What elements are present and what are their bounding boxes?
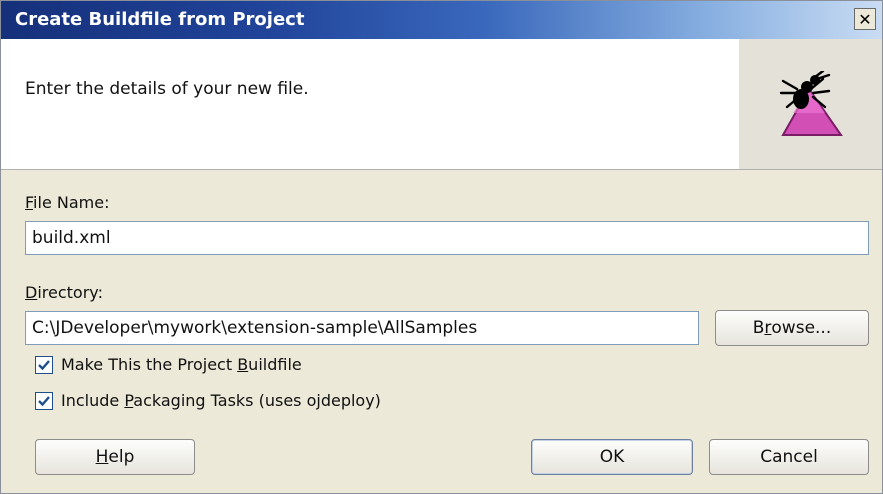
- header-panel: Enter the details of your new file.: [1, 39, 882, 170]
- header-description: Enter the details of your new file.: [25, 79, 309, 99]
- close-button[interactable]: ✕: [854, 8, 876, 30]
- cancel-button[interactable]: Cancel: [709, 439, 869, 475]
- file-name-input[interactable]: build.xml: [25, 221, 869, 255]
- ant-icon: [779, 71, 843, 136]
- directory-label: Directory:: [25, 283, 103, 302]
- include-packaging-option[interactable]: Include Packaging Tasks (uses ojdeploy): [35, 391, 381, 410]
- make-buildfile-label: Make This the Project Buildfile: [61, 355, 302, 374]
- ok-button[interactable]: OK: [531, 439, 693, 475]
- include-packaging-label: Include Packaging Tasks (uses ojdeploy): [61, 391, 381, 410]
- close-icon: ✕: [858, 9, 872, 29]
- make-buildfile-option[interactable]: Make This the Project Buildfile: [35, 355, 302, 374]
- browse-button[interactable]: Br owse...: [715, 310, 869, 346]
- create-buildfile-dialog: Create Buildfile from Project ✕ Enter th…: [0, 0, 883, 494]
- make-buildfile-checkbox[interactable]: [35, 355, 53, 374]
- file-name-label: File Name:: [25, 193, 110, 212]
- include-packaging-checkbox[interactable]: [35, 391, 53, 410]
- ant-icon-panel: [739, 39, 882, 169]
- title-bar[interactable]: Create Buildfile from Project ✕: [1, 1, 882, 39]
- directory-input[interactable]: C:\JDeveloper\mywork\extension-sample\Al…: [25, 311, 699, 345]
- dialog-title: Create Buildfile from Project: [15, 9, 305, 30]
- checkmark-icon: [38, 359, 50, 370]
- help-button[interactable]: Help: [35, 439, 195, 475]
- checkmark-icon: [38, 395, 50, 406]
